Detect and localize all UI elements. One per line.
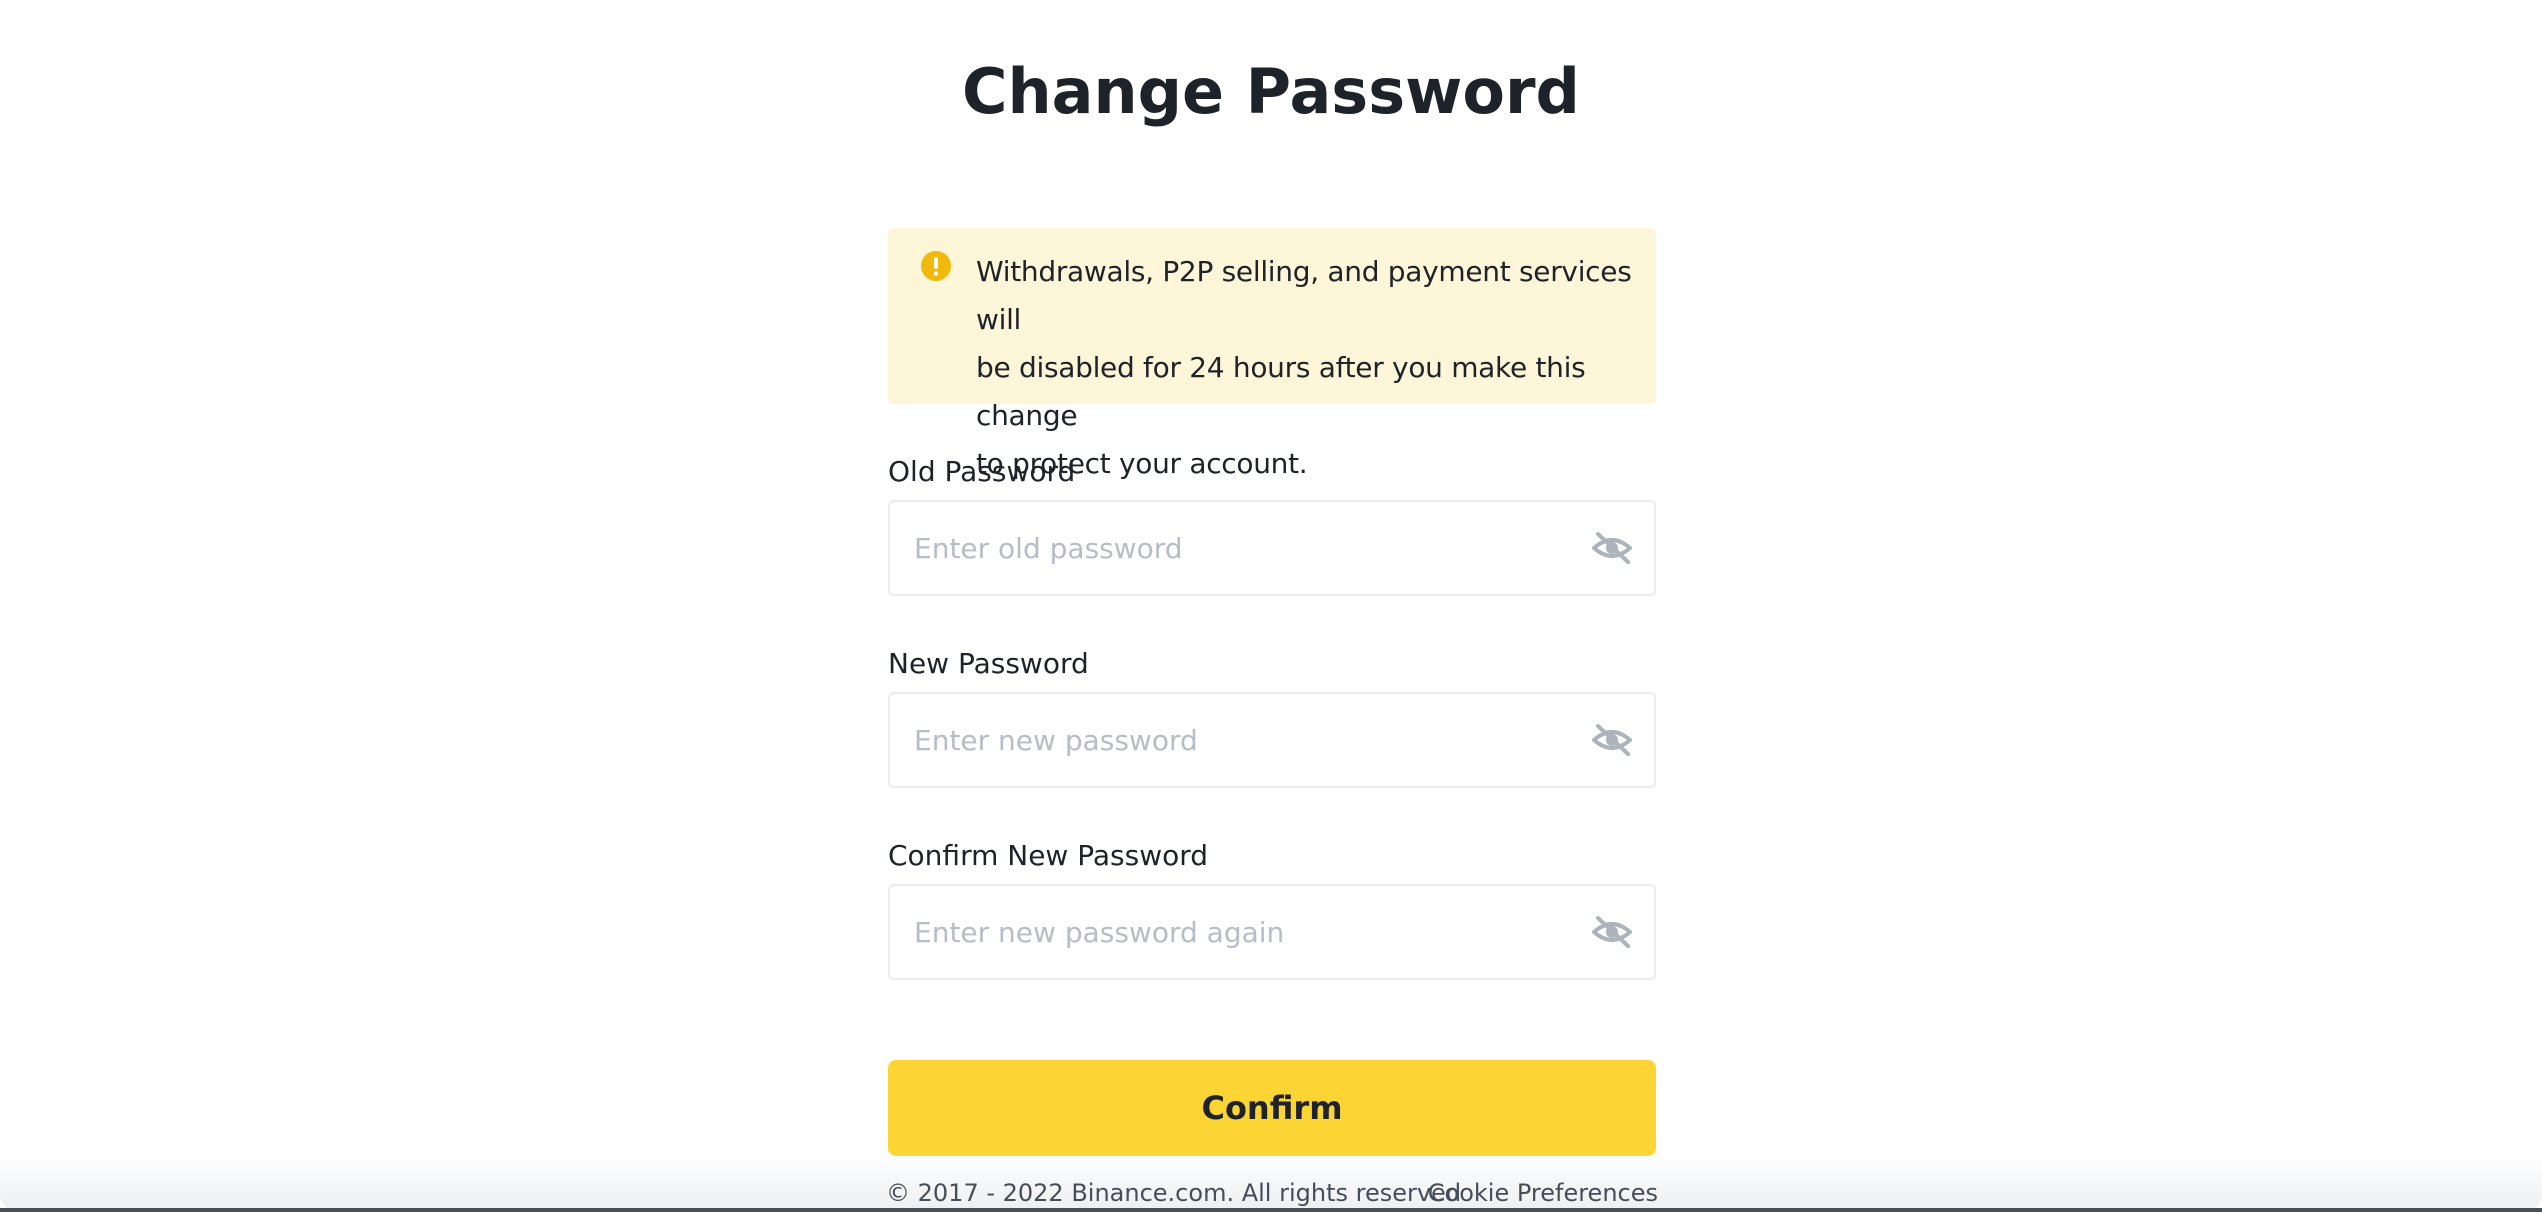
alert-line: Withdrawals, P2P selling, and payment se… [976, 255, 1632, 336]
footer: © 2017 - 2022 Binance.com. All rights re… [886, 1176, 1658, 1210]
confirm-password-input[interactable] [914, 886, 1554, 978]
confirm-password-field [888, 884, 1656, 980]
change-password-form: Withdrawals, P2P selling, and payment se… [888, 228, 1656, 1156]
old-password-field [888, 500, 1656, 596]
confirm-button[interactable]: Confirm [888, 1060, 1656, 1156]
eye-hidden-icon[interactable] [1590, 528, 1634, 568]
eye-hidden-icon[interactable] [1590, 912, 1634, 952]
old-password-label: Old Password [888, 455, 1076, 488]
cookie-preferences-link[interactable]: Cookie Preferences [1428, 1176, 1658, 1210]
warning-circle-icon [921, 251, 951, 281]
new-password-label: New Password [888, 647, 1089, 680]
eye-hidden-icon[interactable] [1590, 720, 1634, 760]
alert-line: be disabled for 24 hours after you make … [976, 351, 1586, 432]
window-bottom-edge [0, 1208, 2542, 1212]
old-password-input[interactable] [914, 502, 1554, 594]
copyright-text: © 2017 - 2022 Binance.com. All rights re… [886, 1179, 1462, 1207]
new-password-input[interactable] [914, 694, 1554, 786]
new-password-field [888, 692, 1656, 788]
change-password-page: Change Password Withdrawals, P2P selling… [0, 0, 2542, 1212]
confirm-password-label: Confirm New Password [888, 839, 1209, 872]
page-title: Change Password [962, 55, 1580, 128]
warning-alert: Withdrawals, P2P selling, and payment se… [888, 228, 1656, 480]
